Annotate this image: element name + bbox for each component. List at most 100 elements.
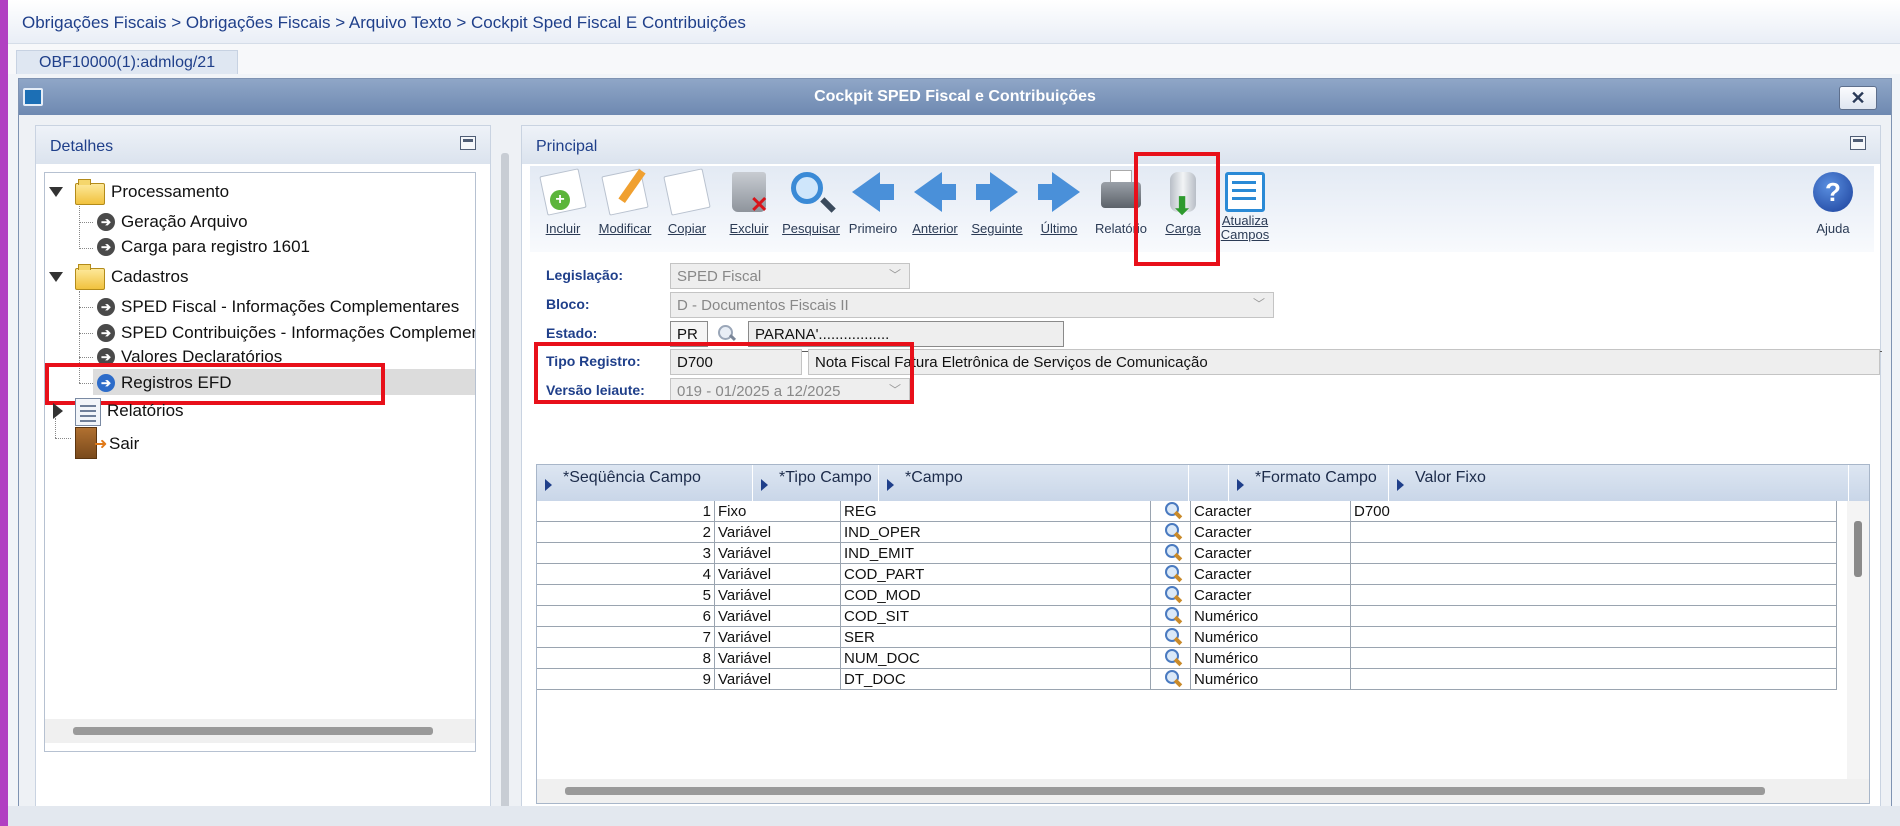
cell-sequencia[interactable]: 4 (537, 564, 715, 585)
expand-toggle-icon[interactable] (49, 187, 63, 197)
search-icon[interactable] (1163, 648, 1185, 668)
cell-sequencia[interactable]: 3 (537, 543, 715, 564)
table-row[interactable]: 2 Variável IND_OPER Caracter (537, 522, 1837, 543)
tree-item-sair[interactable]: Sair (45, 427, 465, 459)
cell-valor-fixo[interactable] (1351, 522, 1837, 543)
copiar-button[interactable]: Copiar (654, 166, 720, 252)
cell-sequencia[interactable]: 9 (537, 669, 715, 690)
search-icon[interactable] (1163, 543, 1185, 563)
cell-tipo[interactable]: Variável (715, 648, 841, 669)
scrollbar-thumb[interactable] (1854, 521, 1862, 577)
scrollbar-thumb[interactable] (565, 787, 1765, 795)
tree-item-cadastros[interactable]: Cadastros (45, 264, 465, 290)
cell-formato[interactable]: Numérico (1191, 669, 1351, 690)
cell-valor-fixo[interactable] (1351, 564, 1837, 585)
cell-tipo[interactable]: Variável (715, 669, 841, 690)
search-icon[interactable] (1163, 585, 1185, 605)
cell-sequencia[interactable]: 7 (537, 627, 715, 648)
cell-formato[interactable]: Caracter (1191, 522, 1351, 543)
table-row[interactable]: 1 Fixo REG Caracter D700 (537, 501, 1837, 522)
cell-valor-fixo[interactable] (1351, 606, 1837, 627)
modificar-button[interactable]: Modificar (592, 166, 658, 252)
cell-sequencia[interactable]: 2 (537, 522, 715, 543)
cell-campo[interactable]: COD_SIT (841, 606, 1151, 627)
cell-tipo[interactable]: Variável (715, 606, 841, 627)
ultimo-button[interactable]: Último (1026, 166, 1092, 252)
pesquisar-button[interactable]: Pesquisar (778, 166, 844, 252)
cell-sequencia[interactable]: 1 (537, 501, 715, 522)
cell-formato[interactable]: Numérico (1191, 648, 1351, 669)
cell-sequencia[interactable]: 6 (537, 606, 715, 627)
cell-tipo[interactable]: Fixo (715, 501, 841, 522)
search-icon[interactable] (1163, 522, 1185, 542)
cell-valor-fixo[interactable]: D700 (1351, 501, 1837, 522)
incluir-button[interactable]: + Incluir (530, 166, 596, 252)
cell-sequencia[interactable]: 5 (537, 585, 715, 606)
cell-formato[interactable]: Caracter (1191, 585, 1351, 606)
session-tab[interactable]: OBF10000(1):admlog/21 (16, 50, 239, 74)
table-row[interactable]: 8 Variável NUM_DOC Numérico (537, 648, 1837, 669)
search-icon[interactable] (1163, 606, 1185, 626)
legislacao-select[interactable]: SPED Fiscal ﹀ (670, 263, 910, 289)
cell-campo[interactable]: IND_EMIT (841, 543, 1151, 564)
tree-item-processamento[interactable]: Processamento (45, 179, 465, 205)
cell-campo[interactable]: REG (841, 501, 1151, 522)
cell-valor-fixo[interactable] (1351, 543, 1837, 564)
cell-formato[interactable]: Caracter (1191, 564, 1351, 585)
cell-valor-fixo[interactable] (1351, 648, 1837, 669)
anterior-button[interactable]: Anterior (902, 166, 968, 252)
bloco-select[interactable]: D - Documentos Fiscais II ﹀ (670, 292, 1274, 318)
seguinte-button[interactable]: Seguinte (964, 166, 1030, 252)
search-icon[interactable] (1163, 669, 1185, 689)
cell-formato[interactable]: Numérico (1191, 627, 1351, 648)
cell-valor-fixo[interactable] (1351, 669, 1837, 690)
cell-tipo[interactable]: Variável (715, 543, 841, 564)
cell-campo[interactable]: NUM_DOC (841, 648, 1151, 669)
search-icon[interactable] (1163, 627, 1185, 647)
cell-valor-fixo[interactable] (1351, 585, 1837, 606)
minimize-details-button[interactable] (460, 136, 476, 150)
col-header-sequencia[interactable]: *Seqüência Campo (537, 465, 753, 501)
tree-horizontal-scrollbar[interactable] (45, 719, 475, 743)
excluir-button[interactable]: ✕ Excluir (716, 166, 782, 252)
primeiro-button[interactable]: Primeiro (840, 166, 906, 252)
tree-item-relatorios[interactable]: Relatórios (45, 398, 465, 426)
tree-item-geracao-arquivo[interactable]: ➔ Geração Arquivo (45, 209, 465, 235)
cell-tipo[interactable]: Variável (715, 564, 841, 585)
close-button[interactable]: ✕ (1839, 86, 1877, 110)
search-icon[interactable] (1163, 501, 1185, 521)
search-icon[interactable] (1163, 564, 1185, 584)
cell-tipo[interactable]: Variável (715, 627, 841, 648)
breadcrumb[interactable]: Obrigações Fiscais > Obrigações Fiscais … (8, 0, 1900, 44)
tree-item-carga-1601[interactable]: ➔ Carga para registro 1601 (45, 234, 465, 260)
grid-vertical-scrollbar[interactable] (1847, 501, 1869, 781)
cell-valor-fixo[interactable] (1351, 627, 1837, 648)
tree-item-sped-fiscal-info[interactable]: ➔ SPED Fiscal - Informações Complementar… (45, 294, 475, 320)
panel-splitter[interactable] (501, 153, 509, 813)
cell-formato[interactable]: Caracter (1191, 501, 1351, 522)
table-row[interactable]: 5 Variável COD_MOD Caracter (537, 585, 1837, 606)
cell-campo[interactable]: IND_OPER (841, 522, 1151, 543)
cell-formato[interactable]: Caracter (1191, 543, 1351, 564)
table-row[interactable]: 4 Variável COD_PART Caracter (537, 564, 1837, 585)
cell-tipo[interactable]: Variável (715, 522, 841, 543)
cell-formato[interactable]: Numérico (1191, 606, 1351, 627)
cell-campo[interactable]: COD_MOD (841, 585, 1151, 606)
cell-campo[interactable]: COD_PART (841, 564, 1151, 585)
ajuda-button[interactable]: ? Ajuda (1800, 166, 1866, 252)
scrollbar-thumb[interactable] (73, 727, 433, 735)
col-header-tipo[interactable]: *Tipo Campo (753, 465, 879, 501)
cell-campo[interactable]: DT_DOC (841, 669, 1151, 690)
table-row[interactable]: 3 Variável IND_EMIT Caracter (537, 543, 1837, 564)
col-header-formato[interactable]: *Formato Campo (1229, 465, 1389, 501)
table-row[interactable]: 7 Variável SER Numérico (537, 627, 1837, 648)
col-header-valor-fixo[interactable]: Valor Fixo (1389, 465, 1849, 501)
table-row[interactable]: 6 Variável COD_SIT Numérico (537, 606, 1837, 627)
grid-horizontal-scrollbar[interactable] (537, 779, 1869, 803)
collapse-toggle-icon[interactable] (53, 403, 63, 419)
cell-campo[interactable]: SER (841, 627, 1151, 648)
table-row[interactable]: 9 Variável DT_DOC Numérico (537, 669, 1837, 690)
tree-item-sped-contrib-info[interactable]: ➔ SPED Contribuições - Informações Compl… (45, 320, 475, 346)
expand-toggle-icon[interactable] (49, 272, 63, 282)
cell-sequencia[interactable]: 8 (537, 648, 715, 669)
